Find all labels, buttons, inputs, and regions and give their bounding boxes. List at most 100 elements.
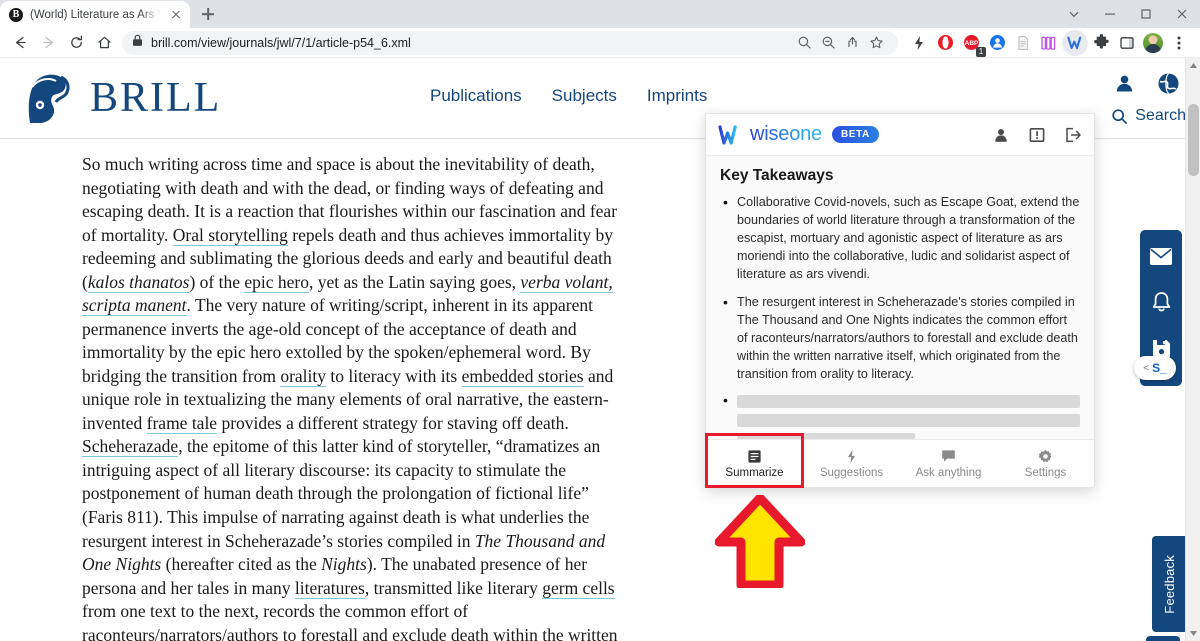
article-body: So much writing across time and space is… — [0, 139, 620, 641]
logout-icon[interactable] — [1064, 126, 1082, 144]
tab-ask-anything[interactable]: Ask anything — [900, 440, 997, 487]
window-controls — [1056, 0, 1200, 28]
feedback-label: Feedback — [1161, 554, 1177, 614]
nav-item-imprints[interactable]: Imprints — [647, 86, 707, 106]
account-icon[interactable] — [992, 126, 1010, 144]
globe-icon[interactable] — [1157, 72, 1180, 100]
browser-toolbar: brill.com/view/journals/jwl/7/1/article-… — [0, 28, 1200, 58]
nav-item-subjects[interactable]: Subjects — [552, 86, 617, 106]
scrollbar-thumb[interactable] — [1188, 104, 1199, 176]
email-icon[interactable] — [1149, 244, 1173, 268]
page-scrollbar[interactable] — [1185, 58, 1200, 641]
adblock-icon[interactable]: ABP 1 — [958, 30, 986, 57]
opera-icon[interactable] — [932, 30, 958, 56]
annotation-arrow-up-icon — [715, 495, 805, 588]
takeaway-item: The resurgent interest in Scheherazade's… — [720, 293, 1080, 383]
skeleton-line — [737, 432, 916, 439]
wiseone-wordmark: wiseone — [750, 123, 822, 145]
feedback-icon[interactable] — [1028, 126, 1046, 144]
wiseone-header-actions — [992, 126, 1082, 144]
highlighted-term-scheherazade[interactable]: Scheherazade — [82, 436, 179, 458]
takeaway-item: Collaborative Covid-novels, such as Esca… — [720, 193, 1080, 283]
site-search-button[interactable]: Search — [1111, 107, 1186, 125]
address-bar[interactable]: brill.com/view/journals/jwl/7/1/article-… — [122, 30, 898, 55]
person-icon[interactable] — [1114, 73, 1135, 99]
reload-button[interactable] — [62, 29, 90, 57]
browser-tab[interactable]: B (World) Literature as Ars Vivendi — [0, 1, 190, 28]
brill-athena-logo-icon — [16, 67, 78, 129]
extension-icons: ABP 1 — [904, 29, 1194, 57]
highlighted-term-embedded-stories[interactable]: embedded stories — [461, 365, 584, 387]
key-takeaways-list: Collaborative Covid-novels, such as Esca… — [720, 193, 1080, 384]
brill-logo[interactable]: BRILL — [16, 67, 221, 129]
zoom-out-icon[interactable] — [816, 31, 840, 55]
close-tab-icon[interactable] — [168, 7, 184, 23]
site-search-label: Search — [1135, 107, 1186, 124]
tab-search-chevron-down-icon[interactable] — [1056, 0, 1092, 28]
bookmark-star-icon[interactable] — [864, 31, 888, 55]
highlighted-term-orality[interactable]: orality — [280, 365, 326, 387]
scrollbar-up-arrow-icon[interactable] — [1186, 58, 1200, 73]
nav-item-publications[interactable]: Publications — [430, 86, 522, 106]
minimize-icon[interactable] — [1092, 0, 1128, 28]
wiseone-extension-icon[interactable] — [1062, 29, 1088, 56]
avatar[interactable] — [1140, 30, 1166, 56]
highlighted-term-literatures[interactable]: literatures — [294, 577, 365, 599]
highlighted-term-epic-hero[interactable]: epic hero — [244, 271, 309, 293]
highlighted-term-germ-cells[interactable]: germ cells — [542, 577, 615, 599]
search-icon — [1112, 108, 1128, 124]
highlighted-term-frame-tale[interactable]: frame tale — [146, 412, 218, 434]
new-tab-button[interactable] — [194, 0, 222, 28]
highlighted-term-oral-storytelling[interactable]: Oral storytelling — [172, 224, 288, 246]
article-paragraph: So much writing across time and space is… — [82, 153, 620, 641]
takeaway-item-loading — [720, 392, 1080, 439]
tab-label: Settings — [1024, 467, 1067, 479]
forward-button — [34, 29, 62, 57]
tab-suggestions[interactable]: Suggestions — [803, 440, 900, 487]
chat-icon — [941, 448, 956, 464]
tab-settings[interactable]: Settings — [997, 440, 1094, 487]
page-action-rail: < S_ — [1134, 230, 1182, 386]
maximize-icon[interactable] — [1128, 0, 1164, 28]
scrollbar-down-arrow-icon[interactable] — [1186, 626, 1200, 641]
key-takeaways-title: Key Takeaways — [720, 167, 834, 184]
side-panel-icon[interactable] — [1114, 30, 1140, 56]
highlighted-term-raconteurs[interactable]: raconteurs — [82, 624, 155, 641]
browser-menu-icon[interactable] — [1166, 30, 1192, 56]
chevron-left-icon: < — [1143, 362, 1150, 374]
highlighted-term-kalos-thanatos[interactable]: kalos thanatos — [87, 271, 190, 293]
share-icon[interactable] — [840, 31, 864, 55]
omnibox-actions — [792, 31, 888, 55]
gear-icon — [1038, 448, 1053, 464]
close-window-icon[interactable] — [1164, 0, 1200, 28]
home-button[interactable] — [90, 29, 118, 57]
highlighted-term-narrators[interactable]: narrators — [159, 624, 222, 641]
tab-title: (World) Literature as Ars Vivendi — [30, 8, 161, 21]
lightning-icon — [845, 448, 858, 464]
wiseone-panel: wiseone BETA Key Takeaways • Collaborati… — [705, 113, 1095, 488]
site-header-right: Search — [1111, 58, 1186, 139]
profile-blue-icon[interactable] — [984, 30, 1010, 56]
wiseone-tab-bar: Summarize Suggestions Ask anything Setti… — [706, 439, 1094, 487]
feedback-tab[interactable]: Feedback — [1152, 536, 1186, 632]
tab-summarize[interactable]: Summarize — [706, 440, 803, 487]
search-icon[interactable] — [792, 31, 816, 55]
flash-icon[interactable] — [906, 30, 932, 56]
scroll-to-top-button[interactable] — [1146, 636, 1180, 641]
beta-badge: BETA — [831, 126, 879, 143]
puzzle-extensions-icon[interactable] — [1088, 30, 1114, 56]
books-icon[interactable] — [1036, 30, 1062, 56]
site-secure-lock-icon — [132, 34, 143, 52]
wiseone-logo-icon — [718, 124, 737, 145]
tab-strip: B (World) Literature as Ars Vivendi — [0, 0, 1200, 28]
wiseone-panel-header: wiseone BETA — [706, 114, 1094, 156]
wiseone-panel-body: Key Takeaways Collaborative Covid-novels… — [706, 156, 1094, 439]
tab-label: Suggestions — [819, 467, 884, 479]
back-button[interactable] — [6, 29, 34, 57]
tab-favicon-icon: B — [9, 7, 23, 22]
document-icon[interactable] — [1010, 30, 1036, 56]
bell-icon[interactable] — [1149, 290, 1173, 314]
tab-label: Ask anything — [915, 467, 982, 479]
url-text: brill.com/view/journals/jwl/7/1/article-… — [151, 35, 411, 50]
sidebar-collapse-chip[interactable]: < S_ — [1134, 356, 1176, 380]
